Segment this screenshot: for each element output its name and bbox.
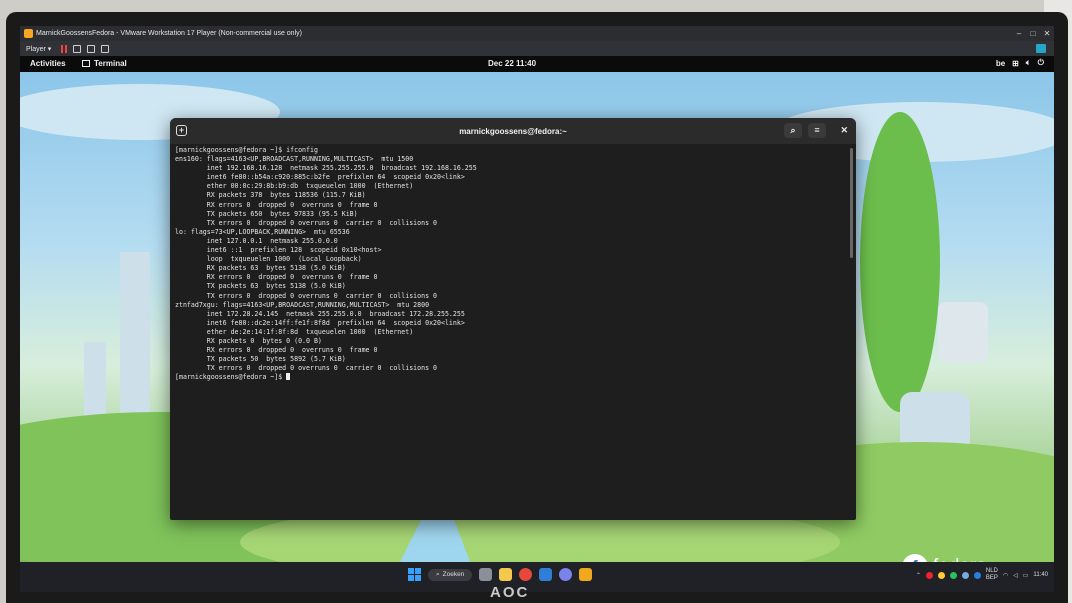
terminal-icon xyxy=(82,60,90,67)
minimize-icon[interactable]: – xyxy=(1012,29,1026,38)
terminal-line: RX packets 378 bytes 118536 (115.7 KiB) xyxy=(175,191,366,200)
power-icon: ⏻ xyxy=(1037,58,1044,67)
terminal-line: RX errors 0 dropped 0 overruns 0 frame 0 xyxy=(175,200,378,209)
task-view-icon[interactable] xyxy=(479,568,493,581)
close-window-icon[interactable]: ✕ xyxy=(840,125,848,136)
vmware-message-icon[interactable] xyxy=(1036,44,1046,53)
terminal-line: RX packets 63 bytes 5138 (5.0 KiB) xyxy=(175,264,346,273)
terminal-line: [marnickgoossens@fedora ~]$ ifconfig xyxy=(175,146,318,154)
terminal-title: marnickgoossens@fedora:~ xyxy=(459,127,567,136)
app-menu-label: Terminal xyxy=(94,59,127,68)
terminal-header-bar[interactable]: + marnickgoossens@fedora:~ ⌕ ≡ ✕ xyxy=(170,118,856,144)
terminal-line: ether 00:0c:29:8b:b9:db txqueuelen 1000 … xyxy=(175,182,414,191)
tray-app-icon[interactable] xyxy=(973,571,981,579)
player-menu[interactable]: Player ▾ xyxy=(26,45,51,53)
activities-button[interactable]: Activities xyxy=(30,59,66,68)
gnome-top-bar: Activities Terminal Dec 22 11:40 be ⊞ 🔈︎… xyxy=(20,56,1054,72)
terminal-line: RX packets 0 bytes 0 (0.0 B) xyxy=(175,336,322,345)
gnome-clock[interactable]: Dec 22 11:40 xyxy=(488,59,536,68)
taskbar-clock[interactable]: 11:40 xyxy=(1033,572,1048,578)
terminal-output[interactable]: [marnickgoossens@fedora ~]$ ifconfig ens1… xyxy=(170,144,856,382)
terminal-prompt-line[interactable]: [marnickgoossens@fedora ~]$ xyxy=(175,373,856,382)
terminal-window[interactable]: + marnickgoossens@fedora:~ ⌕ ≡ ✕ [marnic… xyxy=(170,118,856,520)
terminal-line: lo: flags=73<UP,LOOPBACK,RUNNING> mtu 65… xyxy=(175,227,350,236)
terminal-line: inet6 fe80::dc2e:14ff:fe1f:8f8d prefixle… xyxy=(175,318,465,327)
taskbar-search[interactable]: ⌕ Zoeken xyxy=(428,568,473,581)
onedrive-icon[interactable] xyxy=(961,571,969,579)
search-icon: ⌕ xyxy=(436,570,440,578)
app-menu-terminal[interactable]: Terminal xyxy=(82,59,127,68)
volume-icon[interactable]: ◁ xyxy=(1013,572,1018,579)
terminal-line: RX errors 0 dropped 0 overruns 0 frame 0 xyxy=(175,346,378,355)
vmware-titlebar[interactable]: MarnickGoossensFedora - VMware Workstati… xyxy=(20,26,1054,41)
terminal-line: TX errors 0 dropped 0 overruns 0 carrier… xyxy=(175,291,438,300)
pause-icon[interactable] xyxy=(61,44,68,53)
search-label: Zoeken xyxy=(442,571,465,578)
teams-icon[interactable] xyxy=(559,568,573,581)
tray-app-icon[interactable] xyxy=(925,571,933,579)
terminal-line: inet 172.28.24.145 netmask 255.255.0.0 b… xyxy=(175,309,465,318)
vmware-logo-icon xyxy=(24,29,33,38)
outlook-icon[interactable] xyxy=(539,568,553,581)
hamburger-menu-icon[interactable]: ≡ xyxy=(808,123,826,138)
gnome-system-tray[interactable]: be ⊞ 🔈︎ ⏻ xyxy=(996,58,1044,68)
terminal-line: inet 192.168.16.128 netmask 255.255.255.… xyxy=(175,164,477,173)
taskbar-tray: ⌃ NLD BEP ◠ ◁ ▭ 11:40 xyxy=(916,568,1048,582)
maximize-icon[interactable]: □ xyxy=(1026,29,1040,38)
terminal-line: TX packets 63 bytes 5138 (5.0 KiB) xyxy=(175,282,346,291)
keyboard-code: BEP xyxy=(985,575,998,581)
terminal-line: TX packets 50 bytes 5892 (5.7 KiB) xyxy=(175,355,346,364)
terminal-line: inet 127.0.0.1 netmask 255.0.0.0 xyxy=(175,236,338,245)
unity-icon[interactable] xyxy=(101,44,110,53)
terminal-line: inet6 fe80::b54a:c920:885c:b2fe prefixle… xyxy=(175,173,465,182)
terminal-prompt: [marnickgoossens@fedora ~]$ xyxy=(175,373,287,382)
terminal-line: ztnfad7xgu: flags=4163<UP,BROADCAST,RUNN… xyxy=(175,300,430,309)
terminal-line: ens160: flags=4163<UP,BROADCAST,RUNNING,… xyxy=(175,155,414,164)
close-icon[interactable]: ✕ xyxy=(1040,29,1054,38)
send-ctrl-alt-del-icon[interactable] xyxy=(73,44,82,53)
tray-app-icon[interactable] xyxy=(937,571,945,579)
monitor-brand-logo: AOC xyxy=(490,584,530,601)
terminal-line: loop txqueuelen 1000 (Local Loopback) xyxy=(175,255,362,264)
vmware-window-title: MarnickGoossensFedora - VMware Workstati… xyxy=(36,30,302,37)
terminal-line: TX packets 650 bytes 97833 (95.5 KiB) xyxy=(175,209,358,218)
terminal-line: inet6 ::1 prefixlen 128 scopeid 0x10<hos… xyxy=(175,246,382,255)
fullscreen-icon[interactable] xyxy=(87,44,96,53)
volume-icon: 🔈︎ xyxy=(1025,58,1031,67)
language-code: NLD xyxy=(985,568,998,574)
tray-app-icon[interactable] xyxy=(949,571,957,579)
monitor-bezel: MarnickGoossensFedora - VMware Workstati… xyxy=(6,12,1068,603)
taskbar-apps: ⌕ Zoeken xyxy=(408,568,593,581)
screen: MarnickGoossensFedora - VMware Workstati… xyxy=(20,26,1054,592)
chrome-icon[interactable] xyxy=(519,568,533,581)
battery-icon[interactable]: ▭ xyxy=(1023,572,1029,579)
file-explorer-icon[interactable] xyxy=(499,568,513,581)
chevron-up-icon[interactable]: ⌃ xyxy=(916,572,921,579)
terminal-line: RX errors 0 dropped 0 overruns 0 frame 0 xyxy=(175,273,378,282)
vmware-taskbar-icon[interactable] xyxy=(579,568,593,581)
windows-taskbar: ⌕ Zoeken ⌃ NLD BEP ◠ ◁ ▭ 11:40 xyxy=(20,562,1054,592)
windows-start-icon[interactable] xyxy=(408,568,421,581)
vmware-toolbar: Player ▾ xyxy=(20,41,1054,56)
terminal-cursor xyxy=(286,373,291,381)
language-indicator[interactable]: NLD BEP xyxy=(986,568,998,582)
terminal-scrollbar[interactable] xyxy=(850,148,853,258)
network-icon: ⊞ xyxy=(1012,58,1019,68)
terminal-line: TX errors 0 dropped 0 overruns 0 carrier… xyxy=(175,218,438,227)
terminal-line: TX errors 0 dropped 0 overruns 0 carrier… xyxy=(175,364,438,373)
keyboard-layout-indicator[interactable]: be xyxy=(996,59,1005,68)
terminal-line: ether de:2e:14:1f:8f:8d txqueuelen 1000 … xyxy=(175,327,414,336)
wifi-icon[interactable]: ◠ xyxy=(1003,572,1008,579)
search-icon[interactable]: ⌕ xyxy=(784,123,802,138)
